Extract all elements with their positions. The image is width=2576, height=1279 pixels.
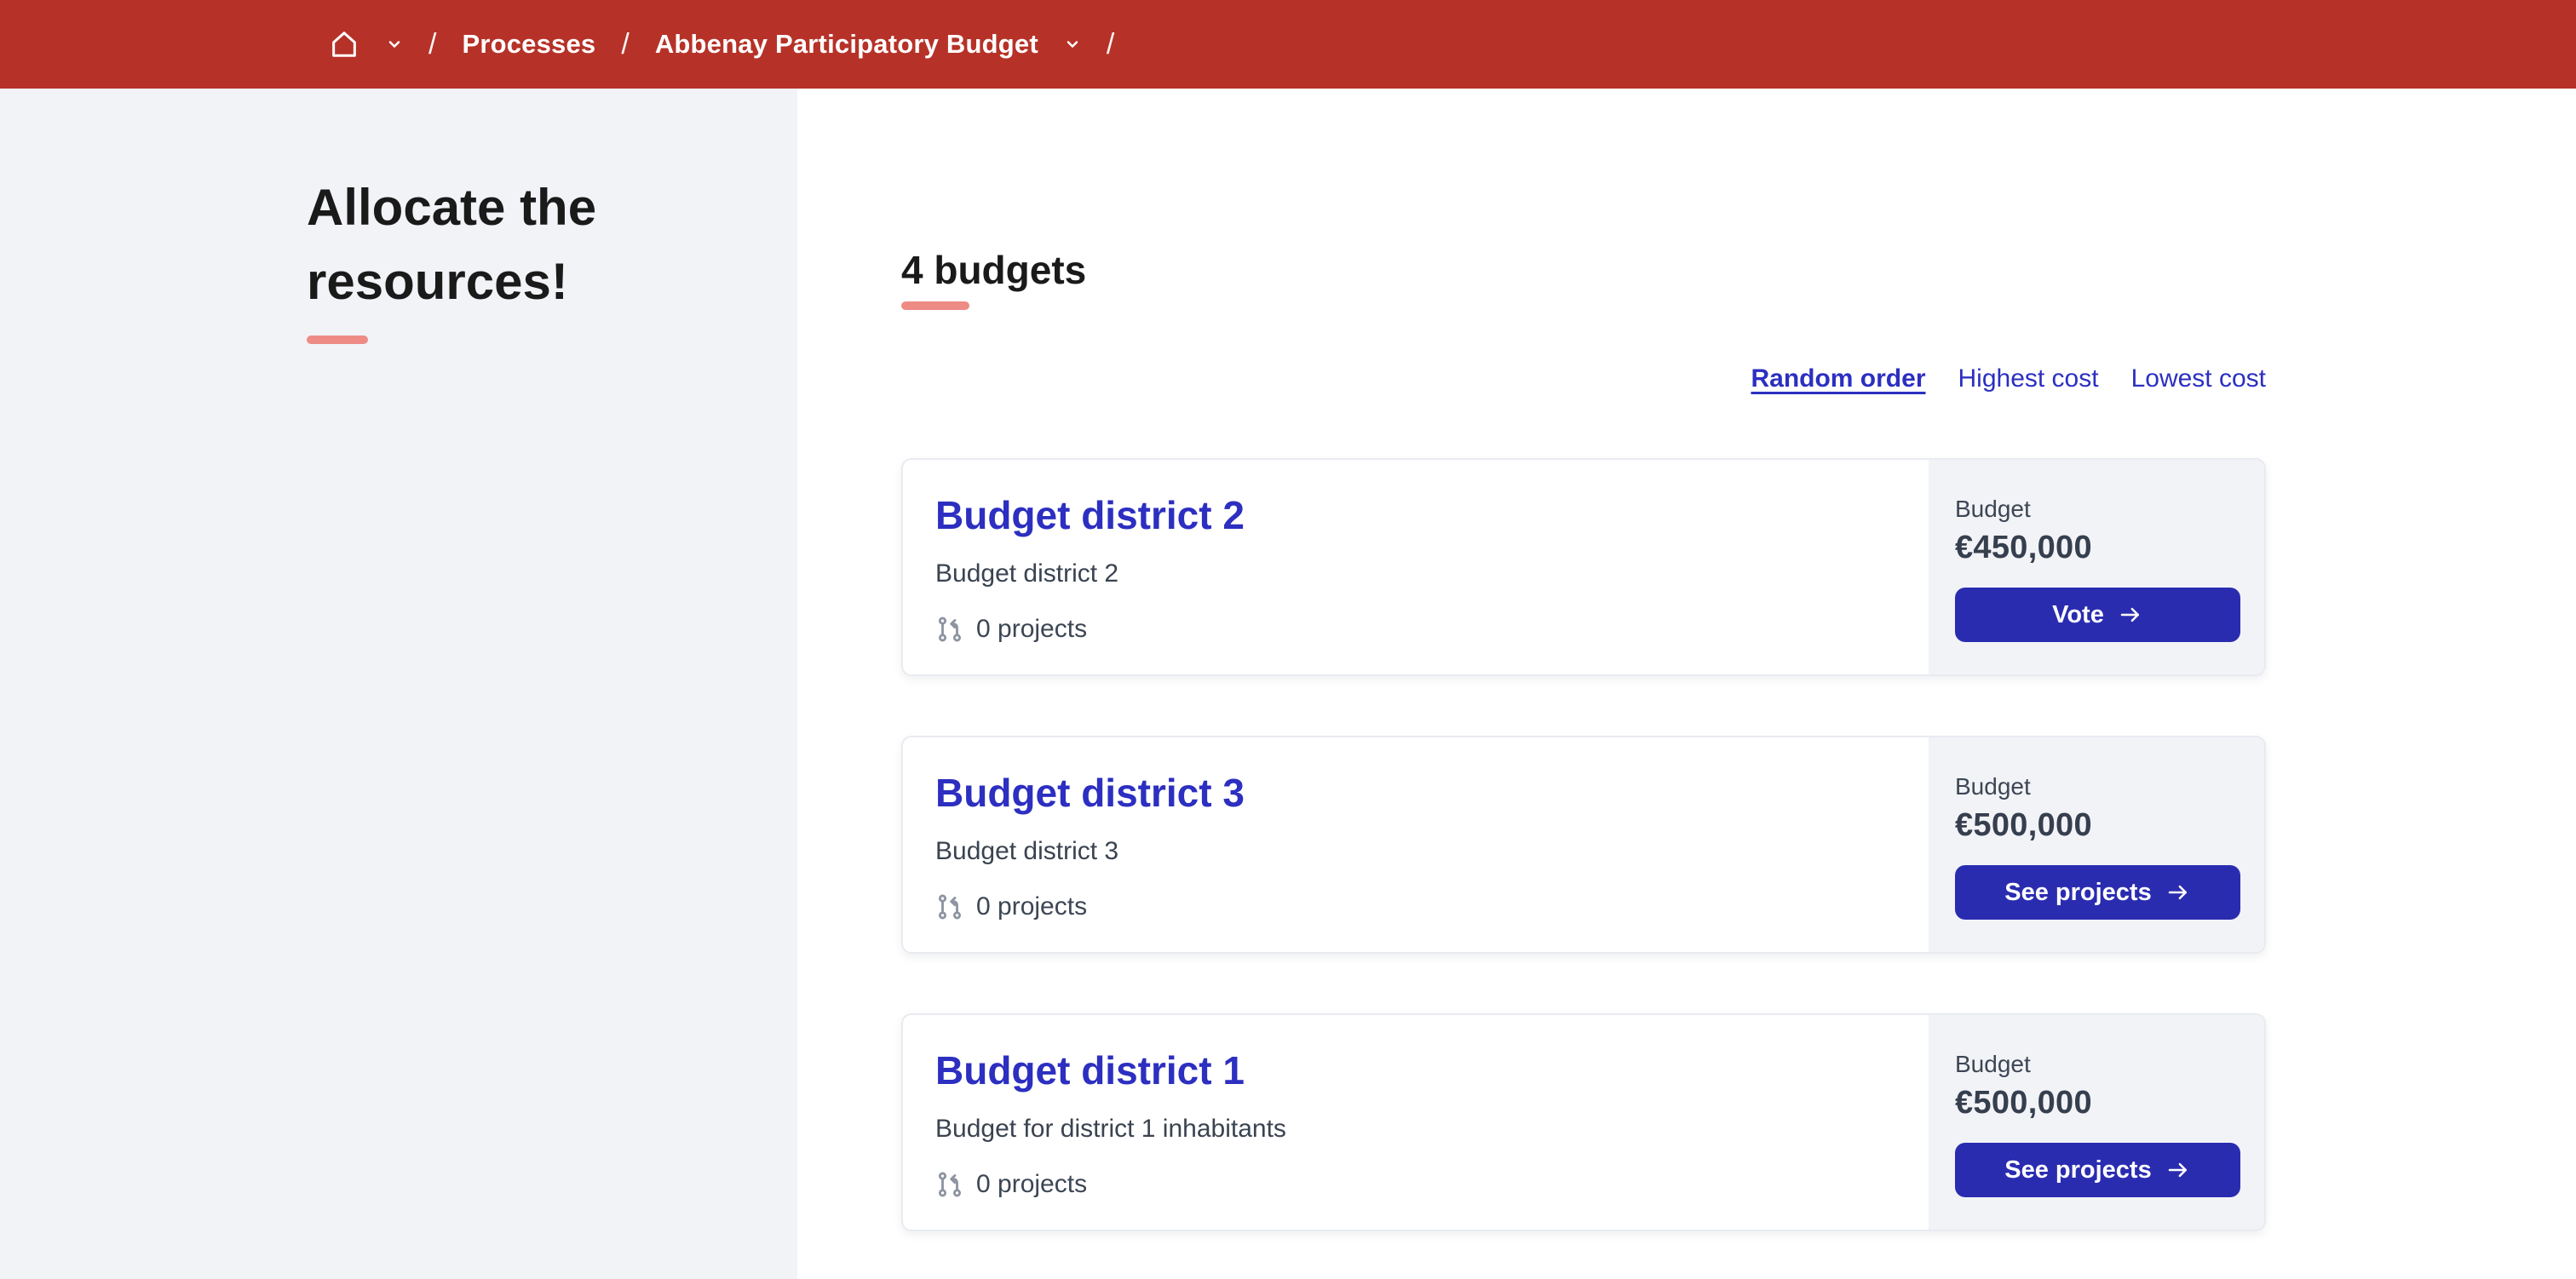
sidebar: Allocate the resources!	[0, 89, 797, 1279]
sort-options: Random order Highest cost Lowest cost	[901, 364, 2266, 393]
projects-count-label: 0 projects	[976, 615, 1088, 643]
projects-count: 0 projects	[935, 615, 1895, 644]
budget-amount: €450,000	[1955, 530, 2092, 565]
vote-button-label: Vote	[2052, 600, 2104, 628]
budget-title-link[interactable]: Budget district 1	[935, 1049, 1895, 1093]
budget-card-body: Budget district 2 Budget district 2 0 pr…	[903, 460, 1929, 674]
budget-card-body: Budget district 1 Budget for district 1 …	[903, 1015, 1929, 1230]
chevron-down-icon[interactable]	[1064, 36, 1081, 53]
breadcrumb-item-process[interactable]: Abbenay Participatory Budget	[655, 29, 1038, 60]
projects-count-label: 0 projects	[976, 892, 1088, 921]
budget-card: Budget district 2 Budget district 2 0 pr…	[901, 458, 2266, 676]
see-projects-button-label: See projects	[2004, 878, 2152, 906]
breadcrumb-separator: /	[621, 27, 630, 60]
heading-accent-bar	[901, 301, 969, 310]
budgets-count-heading: 4 budgets	[901, 248, 1087, 292]
budget-card: Budget district 1 Budget for district 1 …	[901, 1013, 2266, 1231]
budget-card-list: Budget district 2 Budget district 2 0 pr…	[901, 458, 2266, 1231]
arrow-right-icon	[2168, 885, 2187, 900]
see-projects-button[interactable]: See projects	[1955, 865, 2240, 920]
projects-icon	[938, 617, 962, 642]
title-accent-bar	[307, 336, 368, 344]
budget-description: Budget for district 1 inhabitants	[935, 1114, 1286, 1143]
budget-title-link[interactable]: Budget district 3	[935, 771, 1895, 815]
breadcrumb-separator: /	[1106, 27, 1115, 60]
home-icon[interactable]	[328, 28, 360, 60]
sort-random-order-link[interactable]: Random order	[1751, 364, 1925, 393]
see-projects-button[interactable]: See projects	[1955, 1143, 2240, 1197]
chevron-down-icon[interactable]	[386, 36, 403, 53]
budget-info-panel: Budget €450,000 Vote	[1929, 460, 2264, 674]
vote-button[interactable]: Vote	[1955, 588, 2240, 642]
budget-card: Budget district 3 Budget district 3 0 pr…	[901, 736, 2266, 954]
sort-lowest-cost-link[interactable]: Lowest cost	[2131, 364, 2266, 393]
budget-label: Budget	[1955, 496, 2031, 522]
budget-label: Budget	[1955, 1051, 2031, 1077]
projects-count: 0 projects	[935, 892, 1895, 921]
projects-count-label: 0 projects	[976, 1170, 1088, 1198]
projects-icon	[938, 1172, 962, 1197]
breadcrumb-separator: /	[428, 27, 437, 60]
sort-highest-cost-link[interactable]: Highest cost	[1958, 364, 2099, 393]
budget-amount: €500,000	[1955, 807, 2092, 843]
budget-title-link[interactable]: Budget district 2	[935, 494, 1895, 537]
budget-description: Budget district 2	[935, 559, 1119, 588]
budget-amount: €500,000	[1955, 1085, 2092, 1121]
budget-info-panel: Budget €500,000 See projects	[1929, 1015, 2264, 1230]
breadcrumb: / Processes / Abbenay Participatory Budg…	[0, 0, 2576, 89]
see-projects-button-label: See projects	[2004, 1156, 2152, 1184]
page-title: Allocate the resources!	[307, 179, 597, 310]
budget-description: Budget district 3	[935, 836, 1119, 865]
budget-info-panel: Budget €500,000 See projects	[1929, 737, 2264, 952]
arrow-right-icon	[2168, 1162, 2187, 1178]
breadcrumb-item-processes[interactable]: Processes	[462, 29, 595, 60]
projects-count: 0 projects	[935, 1170, 1895, 1199]
arrow-right-icon	[2120, 607, 2139, 622]
projects-icon	[938, 894, 962, 920]
main-content: 4 budgets Random order Highest cost Lowe…	[797, 89, 2576, 1279]
budget-label: Budget	[1955, 773, 2031, 800]
budget-card-body: Budget district 3 Budget district 3 0 pr…	[903, 737, 1929, 952]
